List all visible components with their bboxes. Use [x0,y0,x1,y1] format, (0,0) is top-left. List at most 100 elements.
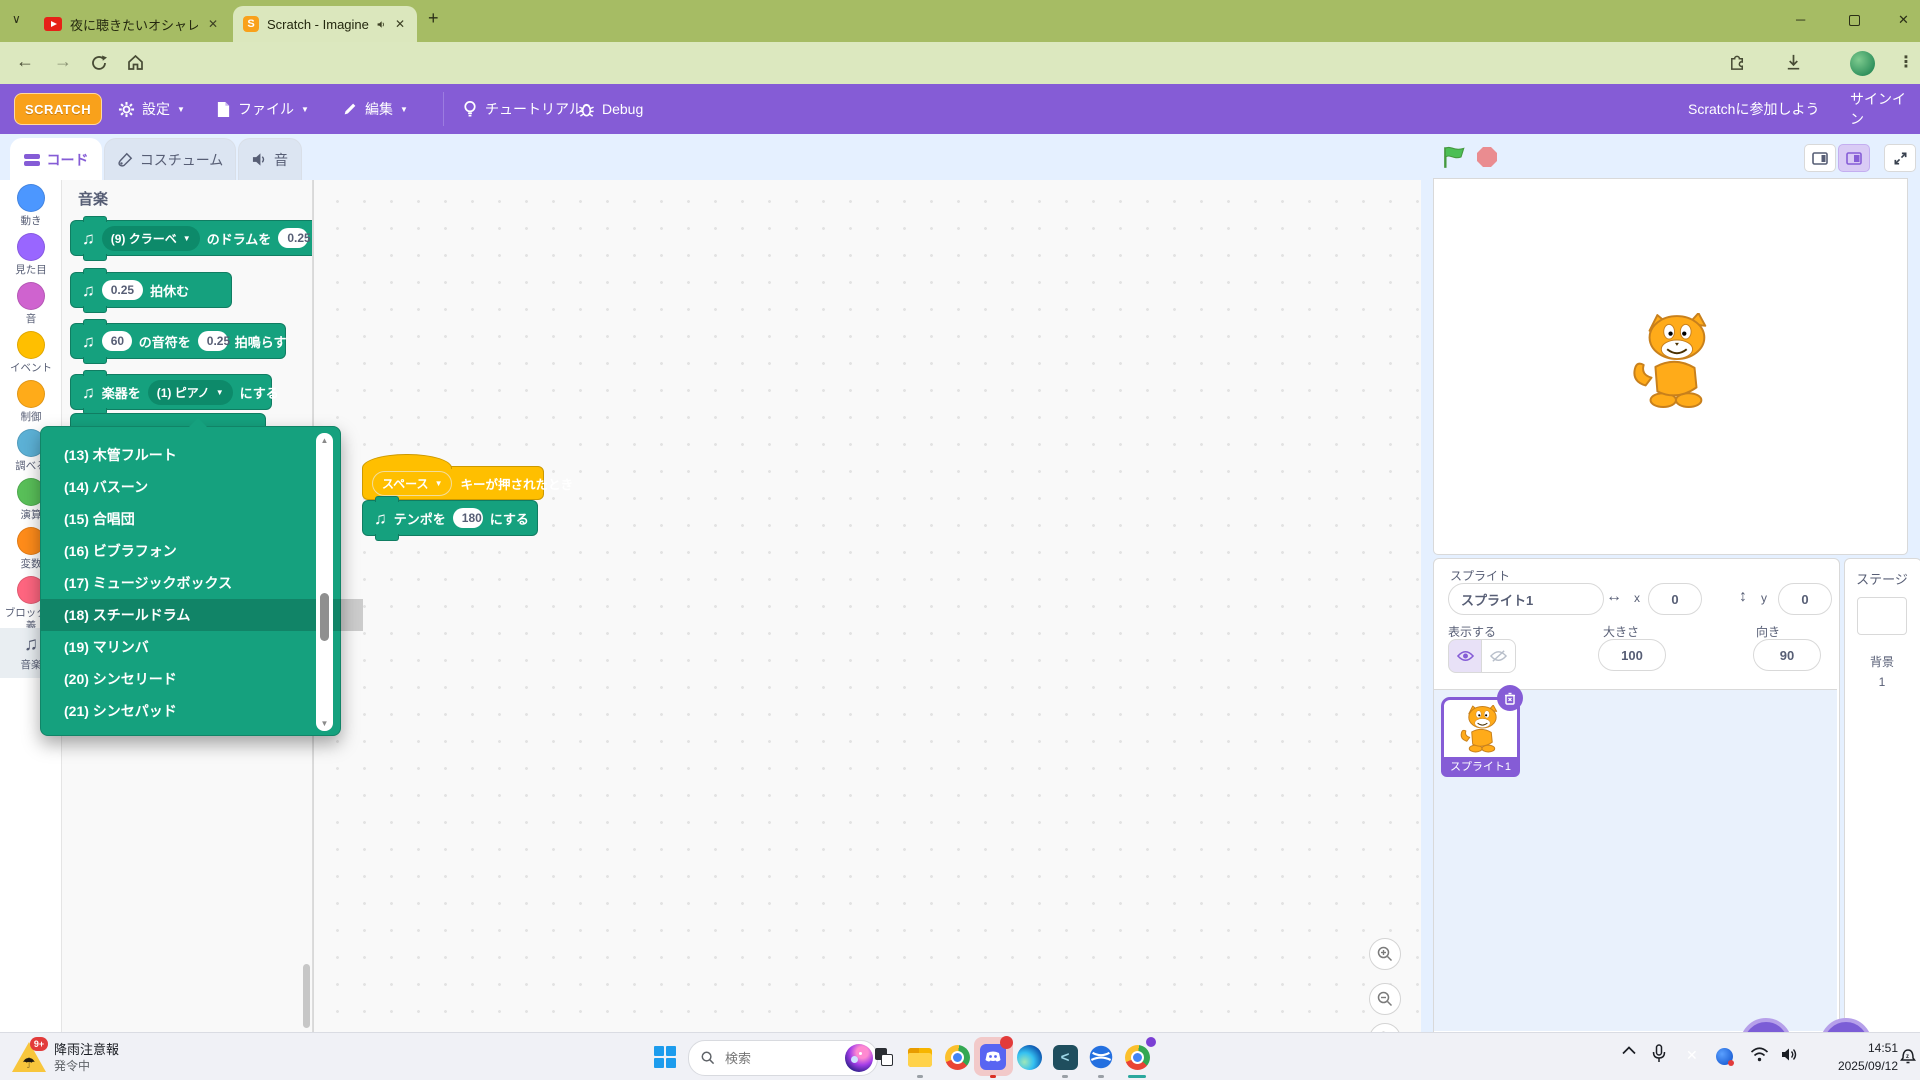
volume-icon[interactable] [1781,1047,1799,1062]
beats-input[interactable]: 0.25 [198,331,228,351]
green-flag-button[interactable] [1441,144,1467,170]
dropdown-item[interactable]: (21) シンセパッド [41,695,314,727]
window-maximize-button[interactable] [1849,15,1860,26]
stage-canvas[interactable] [1433,178,1908,555]
download-icon[interactable] [1784,53,1803,72]
browser-tab-youtube[interactable]: 夜に聴きたいオシャレギター - YouTu ✕ [34,6,230,42]
scratch-cat-sprite[interactable] [1630,313,1718,411]
play-note-block[interactable]: ♫ 60 の音符を 0.25 拍鳴らす [70,323,286,359]
set-tempo-block[interactable]: ♫ テンポを 180 にする [362,500,538,536]
tray-clock[interactable]: 14:51 2025/09/12 [1822,1039,1898,1075]
window-close-button[interactable]: ✕ [1898,12,1909,28]
tab-audio-icon[interactable] [377,18,385,31]
category-events[interactable]: イベント [0,331,62,375]
extensions-icon[interactable] [1728,53,1747,72]
normal-stage-button[interactable] [1838,144,1870,172]
taskbar-search[interactable] [688,1040,878,1076]
zoom-reset-button[interactable] [1369,1023,1401,1032]
new-tab-button[interactable]: + [428,8,439,29]
script-workspace[interactable]: スペース ▼ キーが押されたとき ♫ テンポを 180 にする [313,180,1421,1032]
tray-expand-chevron[interactable] [1622,1046,1636,1055]
join-scratch-link[interactable]: Scratchに参加しよう [1678,84,1829,134]
dropdown-item[interactable]: (13) 木管フルート [41,439,314,471]
category-motion[interactable]: 動き [0,184,62,228]
notification-bell-icon[interactable]: z [1900,1046,1916,1064]
tab-sounds[interactable]: 音 [238,138,302,180]
browser-tab-scratch[interactable]: S Scratch - Imagine, Program, ✕ [233,6,417,42]
backdrop-panel[interactable]: ステージ 背景 1 [1844,558,1920,1032]
tray-app-icon[interactable] [1716,1048,1733,1065]
rest-beats-block[interactable]: ♫ 0.25 拍休む [70,272,232,308]
x-value-input[interactable]: 0 [1648,583,1702,615]
scroll-up-icon[interactable]: ▲ [316,436,333,445]
zoom-out-button[interactable] [1369,983,1401,1015]
category-control[interactable]: 制御 [0,380,62,424]
dropdown-item[interactable]: (17) ミュージックボックス [41,567,314,599]
x-app-tray-icon[interactable]: ✕ [1686,1047,1698,1064]
weather-title[interactable]: 降雨注意報 [54,1039,119,1058]
menu-debug[interactable]: Debug [568,84,653,134]
tempo-input[interactable]: 180 [453,508,483,528]
tab-search-icon[interactable]: ∨ [12,12,21,26]
dropdown-item[interactable]: (16) ビブラフォン [41,535,314,567]
category-looks[interactable]: 見た目 [0,233,62,277]
direction-value-input[interactable]: 90 [1753,639,1821,671]
sign-in-link[interactable]: サインイン [1840,84,1920,134]
backdrop-thumbnail[interactable] [1857,597,1907,635]
edge-icon[interactable] [1016,1044,1042,1070]
y-value-input[interactable]: 0 [1778,583,1832,615]
note-input[interactable]: 60 [102,331,132,351]
dropdown-item[interactable]: (20) シンセリード [41,663,314,695]
close-tab-icon[interactable]: ✕ [206,17,220,31]
sprite-name-input[interactable] [1448,583,1604,615]
window-minimize-button[interactable]: ─ [1796,12,1805,27]
scrollbar-thumb[interactable] [320,593,329,641]
key-dropdown[interactable]: スペース ▼ [372,471,452,496]
category-sound[interactable]: 音 [0,282,62,326]
scratch-logo[interactable]: SCRATCH [14,93,102,125]
scroll-down-icon[interactable]: ▼ [316,719,333,728]
reload-button[interactable] [90,54,108,72]
dropdown-item[interactable]: (19) マリンバ [41,631,314,663]
file-explorer-icon[interactable] [907,1044,933,1070]
set-instrument-block[interactable]: ♫ 楽器を (1) ピアノ ▼ にする [70,374,272,410]
palette-scrollbar[interactable] [303,964,310,1028]
small-stage-button[interactable] [1804,144,1836,172]
dropdown-scrollbar[interactable]: ▲ ▼ [316,433,333,731]
dropdown-item[interactable]: (15) 合唱団 [41,503,314,535]
search-highlight-image[interactable] [845,1044,873,1072]
menu-file[interactable]: ファイル ▼ [206,84,319,134]
when-key-pressed-block[interactable]: スペース ▼ キーが押されたとき [362,466,544,500]
beats-input[interactable]: 0.25 [102,280,143,300]
instrument-dropdown[interactable]: (1) ピアノ ▼ [148,380,233,405]
beats-input[interactable]: 0.25 [278,228,308,248]
zoom-in-button[interactable] [1369,938,1401,970]
close-tab-icon[interactable]: ✕ [393,17,407,31]
delete-sprite-button[interactable] [1497,685,1523,711]
menu-edit[interactable]: 編集 ▼ [332,84,418,134]
chrome-profile-icon[interactable] [1124,1044,1150,1070]
dropdown-item[interactable]: (14) バスーン [41,471,314,503]
dropdown-item-selected[interactable]: (18) スチールドラム [41,599,363,631]
profile-avatar[interactable] [1850,51,1875,76]
blue-sphere-app-icon[interactable] [1088,1044,1114,1070]
menu-settings[interactable]: 設定 ▼ [108,84,195,134]
fullscreen-button[interactable] [1884,144,1916,172]
browser-menu-icon[interactable]: ⋮ [1898,52,1914,72]
teal-app-icon[interactable]: < [1052,1044,1078,1070]
wifi-icon[interactable] [1750,1047,1769,1062]
stop-button[interactable] [1477,147,1497,167]
size-value-input[interactable]: 100 [1598,639,1666,671]
search-input[interactable] [723,1050,819,1067]
hide-sprite-button[interactable] [1481,639,1516,673]
forward-button[interactable]: → [54,51,72,72]
drum-dropdown[interactable]: (9) クラーベ ▼ [102,226,200,251]
tab-code[interactable]: コード [10,138,102,180]
chrome-icon[interactable] [944,1044,970,1070]
start-button[interactable] [652,1044,678,1070]
back-button[interactable]: ← [16,51,34,72]
microphone-icon[interactable] [1652,1044,1666,1064]
home-button[interactable] [126,53,145,72]
show-sprite-button[interactable] [1448,639,1483,673]
play-drum-block[interactable]: ♫ (9) クラーベ ▼ のドラムを 0.25 拍鳴らす [70,220,313,256]
